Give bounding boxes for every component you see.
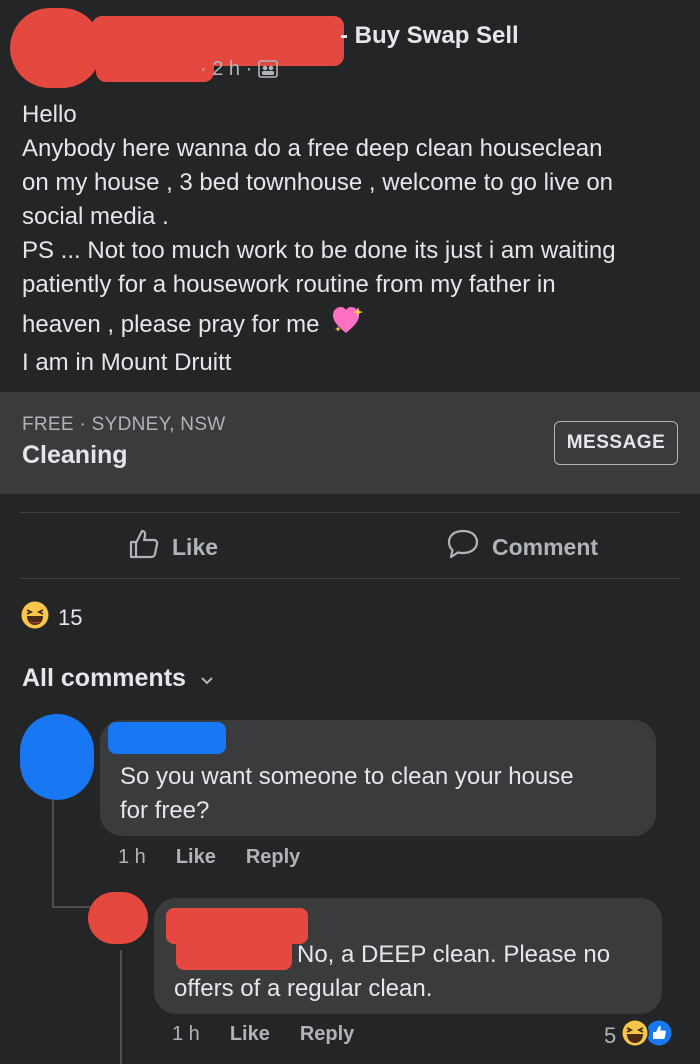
reply-time[interactable]: 1 h [172, 1023, 200, 1046]
thumbs-up-icon [128, 528, 160, 566]
all-comments-label: All comments [22, 664, 186, 692]
listing-subtitle: FREE · SYDNEY, NSW [22, 414, 226, 435]
sparkling-heart-icon [332, 306, 364, 346]
comment-reply-button[interactable]: Reply [246, 846, 300, 869]
post-line: social media . [22, 203, 169, 230]
thread-line [120, 950, 122, 1064]
comment-like-button[interactable]: Like [176, 846, 216, 869]
comment-button[interactable]: Comment [446, 528, 599, 566]
comment-bubble-icon [446, 528, 480, 566]
post-line: Anybody here wanna do a free deep clean … [22, 135, 603, 162]
thread-line [52, 792, 54, 908]
reaction-count: 15 [58, 605, 83, 630]
reply-actions: 1 h Like Reply [172, 1023, 354, 1046]
post-meta: · 2 h · [200, 58, 278, 84]
post-line: on my house , 3 bed townhouse , welcome … [22, 169, 614, 196]
reply-reaction-summary[interactable]: 5 [604, 1018, 674, 1054]
comment-time[interactable]: 1 h [118, 846, 146, 869]
haha-emoji-icon [620, 1018, 650, 1054]
redacted-avatar [10, 8, 102, 88]
reply-text: No, a DEEP clean. Please no offers of a … [174, 941, 611, 1002]
post-line: Hello [22, 101, 77, 128]
haha-emoji-icon [20, 600, 50, 636]
reaction-summary[interactable]: 15 [20, 600, 82, 636]
listing-title: Cleaning [22, 441, 128, 469]
post-line: heaven , please pray for me [22, 306, 682, 346]
redacted-commenter-name [108, 722, 226, 754]
divider [20, 512, 680, 513]
redacted-reply-avatar [88, 892, 148, 944]
divider [20, 578, 680, 579]
comment-text: So you want someone to clean your house … [120, 763, 574, 824]
post-line: patiently for a housework routine from m… [22, 271, 556, 298]
redacted-commenter-avatar [20, 714, 94, 800]
reply-reaction-count: 5 [604, 1023, 617, 1048]
post-line: PS ... Not too much work to be done its … [22, 237, 616, 264]
post-time[interactable]: 2 h [212, 58, 240, 80]
group-name[interactable]: - Buy Swap Sell [340, 22, 519, 50]
chevron-down-icon [200, 664, 214, 693]
like-button[interactable]: Like [128, 528, 219, 566]
reply-reply-button[interactable]: Reply [300, 1023, 354, 1046]
post-body: Hello Anybody here wanna do a free deep … [22, 98, 682, 380]
group-icon [258, 60, 278, 84]
comment-label: Comment [492, 533, 599, 560]
redacted-meta [96, 56, 214, 82]
comment-actions: 1 h Like Reply [118, 846, 300, 869]
all-comments-filter[interactable]: All comments [22, 664, 214, 693]
post-line: I am in Mount Druitt [22, 349, 232, 376]
message-button[interactable]: MESSAGE [554, 421, 678, 465]
like-label: Like [172, 533, 219, 560]
reply-like-button[interactable]: Like [230, 1023, 270, 1046]
